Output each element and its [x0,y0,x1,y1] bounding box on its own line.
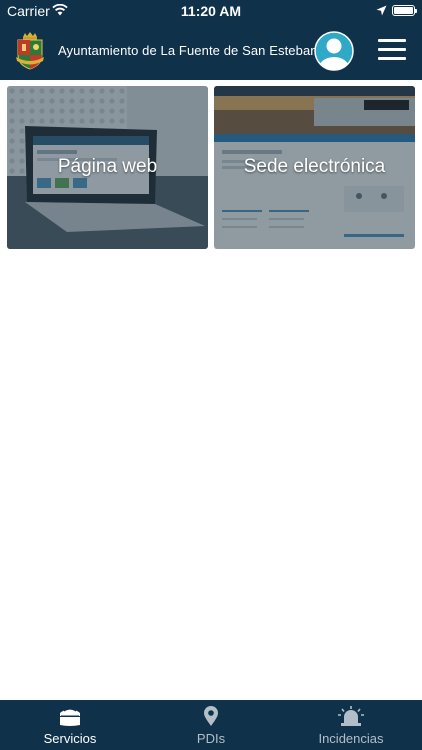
battery-icon [392,5,417,16]
bottom-tab-bar: Servicios PDIs Incidencias [0,700,422,750]
services-icon [60,708,80,726]
app-header: Ayuntamiento de La Fuente de San Esteban [0,22,422,80]
tab-incidencias[interactable]: Incidencias [281,700,421,750]
location-arrow-icon [376,5,387,16]
siren-icon [338,706,364,726]
tile-label: Sede electrónica [243,156,386,177]
menu-icon-bar [378,39,406,42]
app-title: Ayuntamiento de La Fuente de San Esteban [58,43,318,58]
tab-label: PDIs [196,731,226,746]
tile-label: Página web [57,156,158,177]
clock: 11:20 AM [180,3,242,19]
crest-logo [16,32,44,70]
tile-sede-electronica[interactable]: Sede electrónica [214,86,415,249]
menu-icon-bar [378,57,406,60]
tile-pagina-web[interactable]: Página web [7,86,208,249]
menu-button[interactable] [378,39,406,61]
menu-icon-bar [378,48,406,51]
status-bar: Carrier 11:20 AM [0,0,422,22]
avatar-icon[interactable] [314,31,354,71]
tab-label: Incidencias [318,731,384,746]
location-pin-icon [204,706,218,726]
tab-servicios[interactable]: Servicios [0,700,140,750]
tab-pdis[interactable]: PDIs [141,700,281,750]
tab-label: Servicios [43,731,97,746]
